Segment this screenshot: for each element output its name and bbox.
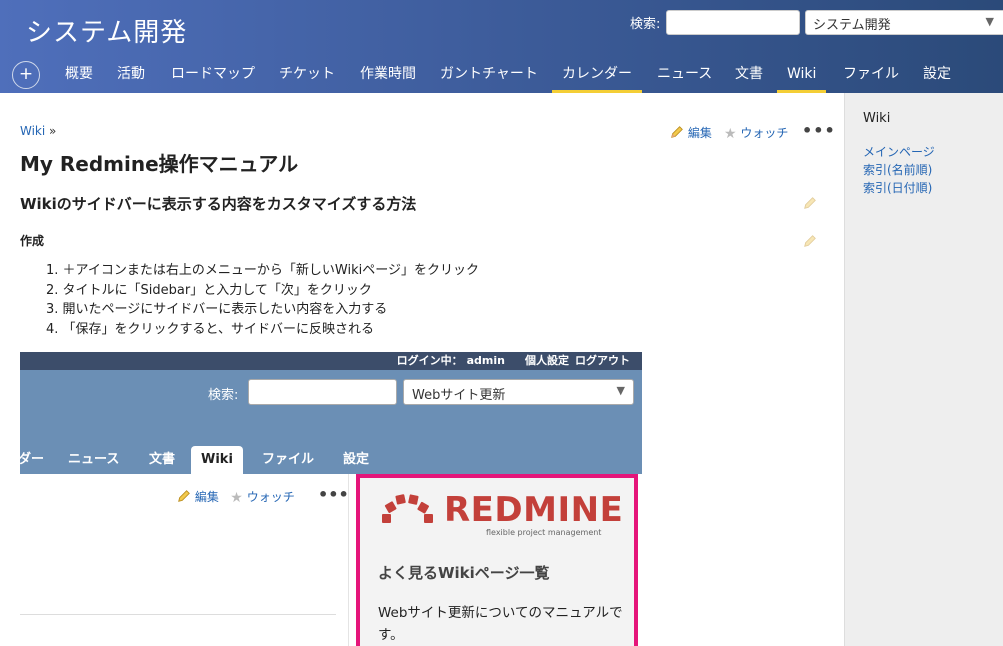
sidebar-title: Wiki — [863, 111, 891, 126]
sidebar-link-main-page[interactable]: メインページ — [863, 143, 935, 160]
search-label: 検索: — [630, 17, 661, 32]
edit-action[interactable]: 編集 — [670, 124, 712, 141]
breadcrumb-wiki-link[interactable]: Wiki — [20, 124, 45, 138]
screenshot-username: admin — [466, 354, 505, 367]
edit-label: 編集 — [687, 126, 712, 140]
section-title: Wikiのサイドバーに表示する内容をカスタマイズする方法 — [20, 195, 417, 213]
new-object-button[interactable]: + — [12, 61, 40, 89]
sidebar-link-index-by-date[interactable]: 索引(日付順) — [863, 179, 932, 196]
screenshot-watch-label: ウォッチ — [246, 490, 295, 504]
screenshot-logout: ログアウト — [575, 354, 630, 367]
star-icon: ★ — [724, 126, 737, 142]
tab-documents[interactable]: 文書 — [725, 57, 773, 93]
project-jump-select[interactable]: システム開発 ▼ — [805, 10, 1003, 35]
screenshot-tab-documents: 文書 — [149, 452, 176, 467]
watch-label: ウォッチ — [740, 126, 789, 140]
redmine-logo-subtext: flexible project management — [486, 528, 602, 537]
screenshot-my-account: 個人設定 — [525, 354, 569, 367]
screenshot-highlighted-sidebar: REDMINE flexible project management よく見る… — [356, 474, 638, 646]
tab-gantt[interactable]: ガントチャート — [430, 57, 548, 93]
tab-roadmap[interactable]: ロードマップ — [161, 57, 265, 93]
screenshot-actions: 編集 ★ ウォッチ — [177, 488, 295, 506]
tab-files[interactable]: ファイル — [833, 57, 909, 93]
tab-issues[interactable]: チケット — [269, 57, 345, 93]
screenshot-sidebar-text: Webサイト更新についてのマニュアルです。 — [378, 605, 623, 643]
screenshot-tab-files: ファイル — [262, 452, 315, 467]
redmine-arch-icon — [382, 494, 433, 523]
list-item: 1. ＋アイコンまたは右上のメニューから「新しいWikiページ」をクリック — [46, 263, 479, 278]
screenshot-account-bar: ログイン中： admin 個人設定 ログアウト — [20, 352, 642, 370]
subsection-edit-pencil-icon[interactable] — [803, 234, 817, 248]
screenshot-header: 検索: Webサイト更新 ▼ ダー ニュース 文書 Wiki ファイル 設定 — [20, 370, 642, 474]
screenshot-tab-calendar: ダー — [20, 452, 45, 467]
project-title[interactable]: システム開発 — [26, 12, 187, 49]
screenshot-search-label: 検索: — [208, 388, 239, 403]
sidebar-link-index-by-title[interactable]: 索引(名前順) — [863, 161, 932, 178]
tab-activity[interactable]: 活動 — [107, 57, 155, 93]
list-item: 2. タイトルに「Sidebar」と入力して「次」をクリック — [46, 282, 372, 298]
breadcrumb-separator: » — [49, 124, 57, 138]
screenshot-search-input — [248, 379, 397, 405]
page-title: My Redmine操作マニュアル — [20, 152, 299, 176]
watch-action[interactable]: ★ ウォッチ — [724, 124, 788, 142]
chevron-down-icon: ▼ — [616, 384, 625, 397]
sidebar: Wiki メインページ 索引(名前順) 索引(日付順) — [844, 93, 1003, 646]
screenshot-sidebar-title: よく見るWikiページ一覧 — [378, 564, 550, 582]
screenshot-tab-news: ニュース — [68, 452, 120, 467]
tab-time-entries[interactable]: 作業時間 — [350, 57, 426, 93]
more-actions-icon[interactable]: ••• — [802, 121, 836, 140]
steps-list: 1. ＋アイコンまたは右上のメニューから「新しいWikiページ」をクリック 2.… — [46, 261, 479, 339]
screenshot-logged-in-label: ログイン中： — [396, 354, 463, 367]
screenshot-tab-wiki: Wiki — [191, 446, 243, 474]
search-input[interactable] — [666, 10, 800, 35]
screenshot-tab-settings: 設定 — [343, 452, 370, 467]
screenshot-select-value: Webサイト更新 — [412, 388, 506, 403]
screenshot-divider — [20, 614, 336, 615]
chevron-down-icon: ▼ — [985, 15, 994, 28]
section-edit-pencil-icon[interactable] — [803, 196, 817, 210]
breadcrumb: Wiki » — [20, 124, 56, 138]
screenshot-project-select: Webサイト更新 ▼ — [403, 379, 634, 405]
screenshot-more-icon: ••• — [318, 485, 349, 504]
main-content: Wiki » 編集 ★ ウォッチ ••• My Redmine操作マニュアル W… — [0, 93, 844, 646]
project-select-value: システム開発 — [813, 18, 891, 33]
screenshot-column-divider — [348, 474, 349, 646]
tab-settings[interactable]: 設定 — [913, 57, 961, 93]
list-item: 4. 「保存」をクリックすると、サイドバーに反映される — [46, 321, 375, 337]
pencil-icon — [671, 126, 683, 138]
pencil-icon — [178, 490, 190, 502]
subsection-title: 作成 — [20, 234, 45, 248]
tab-wiki[interactable]: Wiki — [777, 57, 827, 93]
tab-overview[interactable]: 概要 — [55, 57, 103, 93]
list-item: 3. 開いたページにサイドバーに表示したい内容を入力する — [46, 302, 388, 317]
top-header: システム開発 検索: システム開発 ▼ + 概要 活動 ロードマップ チケット … — [0, 0, 1003, 93]
tab-calendar[interactable]: カレンダー — [552, 57, 642, 93]
tab-news[interactable]: ニュース — [647, 57, 722, 93]
embedded-screenshot: ログイン中： admin 個人設定 ログアウト 検索: Webサイト更新 ▼ ダー ニ… — [20, 352, 642, 646]
redmine-logo: REDMINE flexible project management — [380, 486, 623, 537]
main-menu: + 概要 活動 ロードマップ チケット 作業時間 ガントチャート カレンダー ニ… — [0, 57, 1003, 93]
redmine-logo-text: REDMINE — [444, 490, 624, 530]
star-icon: ★ — [230, 490, 243, 506]
screenshot-edit-label: 編集 — [194, 490, 219, 504]
